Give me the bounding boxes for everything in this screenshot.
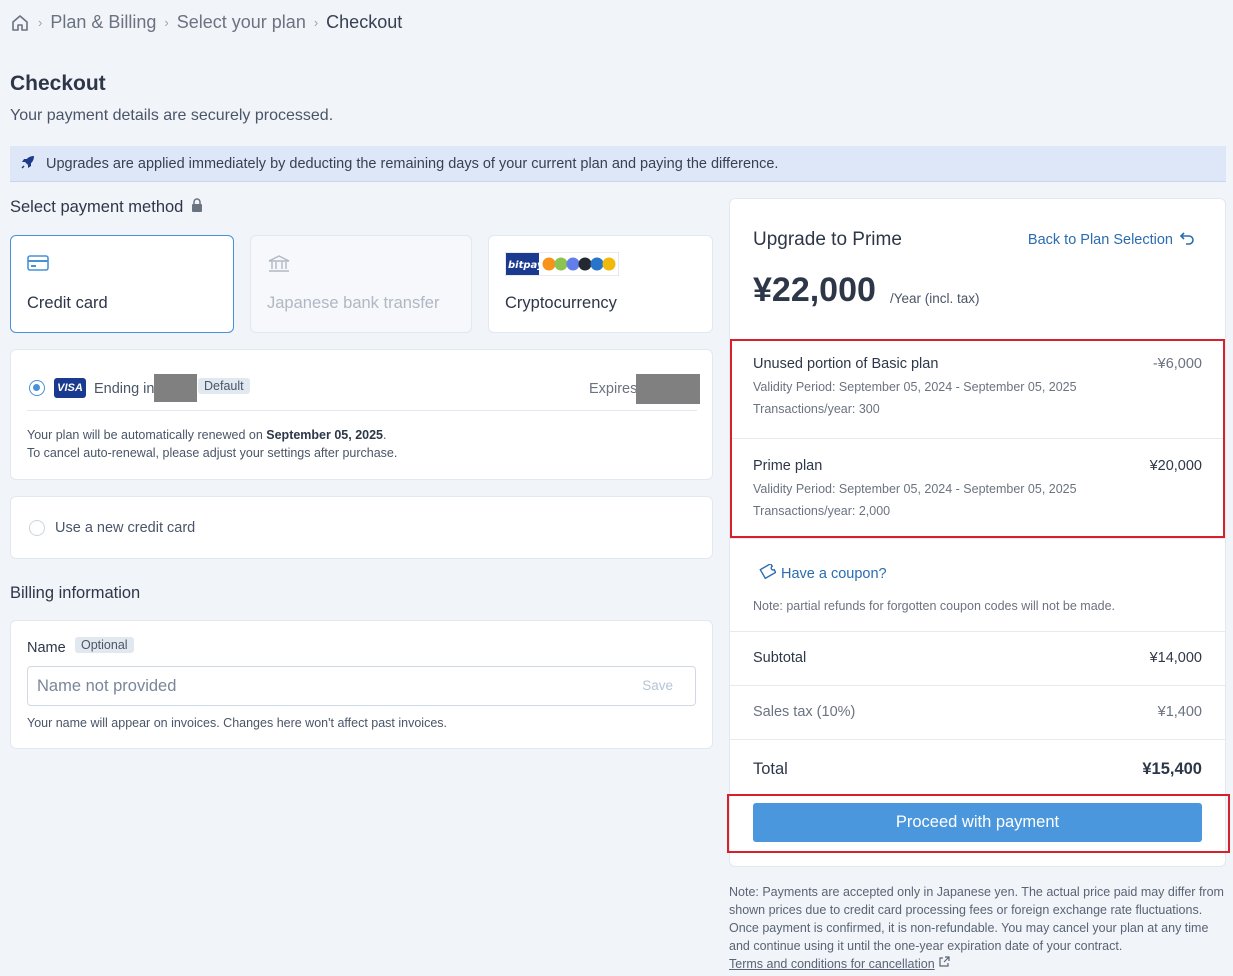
ticket-icon xyxy=(759,562,777,583)
summary-title: Upgrade to Prime xyxy=(753,229,902,250)
saved-card-panel: VISA Ending in Default Expires Your plan… xyxy=(10,349,713,480)
coupon-note: Note: partial refunds for forgotten coup… xyxy=(753,599,1116,613)
new-card-option[interactable]: Use a new credit card xyxy=(10,496,713,559)
payment-option-label: Credit card xyxy=(27,294,108,312)
upgrade-info-banner: Upgrades are applied immediately by dedu… xyxy=(10,146,1226,182)
coupon-section: Have a coupon? Note: partial refunds for… xyxy=(730,538,1225,631)
lock-icon xyxy=(191,198,203,217)
total-amount: ¥15,400 xyxy=(1142,760,1202,778)
card-expires-label: Expires xyxy=(589,381,638,397)
card-ending-label: Ending in xyxy=(94,381,155,397)
billing-panel: Name Optional Save Your name will appear… xyxy=(10,620,713,749)
payment-option-cryptocurrency[interactable]: bitpay Cryptocurrency xyxy=(488,235,713,333)
breadcrumb-current: Checkout xyxy=(326,12,403,32)
coupon-link[interactable]: Have a coupon? xyxy=(759,562,887,583)
renewal-prefix: Your plan will be automatically renewed … xyxy=(27,428,267,442)
payment-option-label: Cryptocurrency xyxy=(505,294,617,312)
name-help-text: Your name will appear on invoices. Chang… xyxy=(27,716,447,730)
subtotal-label: Subtotal xyxy=(753,650,807,666)
rocket-icon xyxy=(20,154,36,174)
chevron-right-icon: › xyxy=(164,15,169,30)
bitpay-crypto-logo: bitpay xyxy=(504,251,620,281)
proceed-with-payment-button[interactable]: Proceed with payment xyxy=(753,803,1202,842)
name-label: Name xyxy=(27,640,66,656)
save-name-button[interactable]: Save xyxy=(642,678,673,693)
breadcrumb-plan-billing[interactable]: Plan & Billing xyxy=(50,12,156,33)
undo-arrow-icon xyxy=(1179,231,1195,249)
chevron-right-icon: › xyxy=(38,15,43,30)
payment-footer-note: Note: Payments are accepted only in Japa… xyxy=(729,883,1229,973)
bitpay-logo-text: bitpay xyxy=(508,260,544,271)
subtotal-amount: ¥14,000 xyxy=(1149,650,1202,666)
bank-icon xyxy=(267,254,291,279)
chevron-right-icon: › xyxy=(313,15,319,30)
name-field: Save xyxy=(27,666,696,706)
renewal-text: Your plan will be automatically renewed … xyxy=(27,428,387,442)
renewal-date: September 05, 2025 xyxy=(266,428,384,442)
credit-card-icon xyxy=(27,254,49,277)
billing-title-text: Billing information xyxy=(10,584,141,602)
coupon-link-text: Have a coupon? xyxy=(781,565,887,582)
price-suffix: /Year (incl. tax) xyxy=(890,291,980,306)
page-title: Checkout xyxy=(10,72,106,95)
payment-option-label: Japanese bank transfer xyxy=(267,294,440,312)
total-label: Total xyxy=(753,760,788,778)
footer-note-text: Note: Payments are accepted only in Japa… xyxy=(729,885,1224,953)
cancellation-terms-link[interactable]: Terms and conditions for cancellation xyxy=(729,957,935,971)
default-badge: Default xyxy=(198,378,250,394)
renewal-suffix: . xyxy=(383,428,387,442)
billing-title: Billing information xyxy=(10,584,140,603)
payment-option-credit-card[interactable]: Credit card xyxy=(10,235,234,333)
back-to-plan-link[interactable]: Back to Plan Selection xyxy=(1028,231,1195,249)
breadcrumb-select-plan[interactable]: Select your plan xyxy=(177,12,306,33)
payment-method-title: Select payment method xyxy=(10,198,203,217)
saved-card-radio[interactable] xyxy=(29,380,45,396)
breadcrumb: › Plan & Billing › Select your plan › Ch… xyxy=(10,12,402,33)
cancel-renewal-text: To cancel auto-renewal, please adjust yo… xyxy=(27,446,398,460)
banner-text: Upgrades are applied immediately by dedu… xyxy=(46,155,779,172)
redacted-card-number xyxy=(154,374,197,402)
plan-price: ¥22,000 xyxy=(753,271,876,309)
new-card-radio[interactable] xyxy=(29,520,45,536)
optional-badge: Optional xyxy=(75,637,134,653)
page-subtitle: Your payment details are securely proces… xyxy=(10,107,334,124)
highlight-line-items xyxy=(730,339,1225,538)
payment-method-title-text: Select payment method xyxy=(10,198,184,216)
back-link-text: Back to Plan Selection xyxy=(1027,232,1173,248)
home-icon[interactable] xyxy=(10,13,30,33)
visa-icon: VISA xyxy=(54,378,86,398)
tax-row: Sales tax (10%) ¥1,400 xyxy=(730,685,1225,739)
subtotal-row: Subtotal ¥14,000 xyxy=(730,631,1225,685)
new-card-label: Use a new credit card xyxy=(55,520,196,536)
payment-option-bank-transfer[interactable]: Japanese bank transfer xyxy=(250,235,472,333)
divider xyxy=(27,410,697,411)
tax-amount: ¥1,400 xyxy=(1157,704,1202,720)
tax-label: Sales tax (10%) xyxy=(753,704,856,720)
redacted-expiry xyxy=(636,374,700,404)
cancellation-terms-text: Terms and conditions for cancellation xyxy=(729,957,935,971)
external-link-icon xyxy=(938,956,950,971)
name-input[interactable] xyxy=(28,667,608,705)
total-row: Total ¥15,400 xyxy=(730,739,1225,795)
